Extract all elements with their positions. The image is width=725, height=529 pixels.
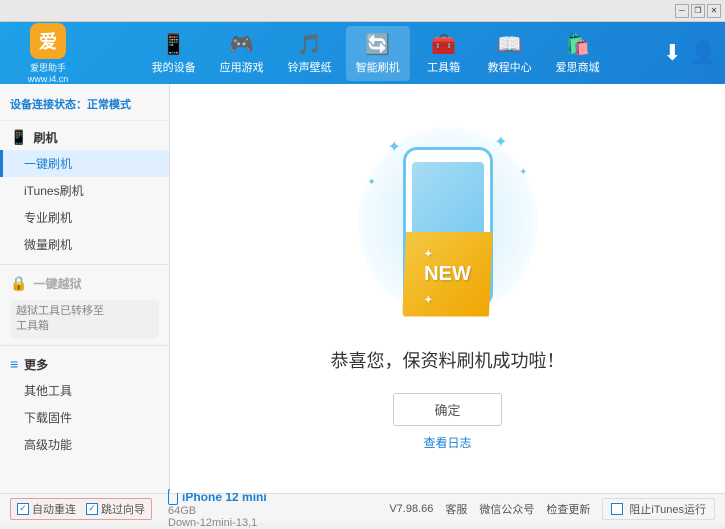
auto-reconnect-label: 自动重连 xyxy=(32,501,76,517)
restore-button[interactable]: ❐ xyxy=(691,4,705,18)
flash-section-icon: 📱 xyxy=(10,129,27,146)
sidebar-item-itunes-flash[interactable]: iTunes刷机 xyxy=(0,177,169,204)
wechat-link[interactable]: 微信公众号 xyxy=(479,501,534,517)
sidebar-jailbreak-notice: 越狱工具已转移至工具箱 xyxy=(10,300,159,339)
main-body: 设备连接状态：正常模式 📱 刷机 一键刷机 iTunes刷机 专业刷机 微量刷机… xyxy=(0,84,725,493)
header: 爱 爱思助手 www.i4.cn 📱 我的设备 🎮 应用游戏 🎵 铃声壁纸 🔄 … xyxy=(0,22,725,84)
my-device-icon: 📱 xyxy=(161,32,186,57)
account-icon[interactable]: 👤 xyxy=(690,40,717,66)
smart-flash-label: 智能刷机 xyxy=(356,59,400,75)
sidebar-item-advanced[interactable]: 高级功能 xyxy=(0,431,169,458)
sparkle-right: ✦ xyxy=(519,167,527,178)
jailbreak-lock-icon: 🔒 xyxy=(10,275,27,292)
new-banner: NEW xyxy=(402,232,493,317)
tutorial-label: 教程中心 xyxy=(488,59,532,75)
skip-wizard-check-box: ✓ xyxy=(86,503,98,515)
nav-toolbox[interactable]: 🧰 工具箱 xyxy=(414,26,474,81)
shop-icon: 🛍️ xyxy=(565,32,590,57)
sidebar-section-more: ≡ 更多 xyxy=(0,352,169,377)
content-area: ✦ ✦ ✦ ✦ NEW 恭喜您，保资料刷机成功啦！ 确定 查看日志 xyxy=(170,84,725,493)
sidebar-section-flash: 📱 刷机 xyxy=(0,125,169,150)
minimize-button[interactable]: ─ xyxy=(675,4,689,18)
itunes-checkbox xyxy=(611,503,623,515)
success-message: 恭喜您，保资料刷机成功啦！ xyxy=(331,347,565,373)
ringtones-label: 铃声壁纸 xyxy=(288,59,332,75)
sidebar-item-download-firmware[interactable]: 下载固件 xyxy=(0,404,169,431)
smart-flash-icon: 🔄 xyxy=(365,32,390,57)
nav-shop[interactable]: 🛍️ 爱思商城 xyxy=(546,26,610,81)
apps-games-icon: 🎮 xyxy=(229,32,254,57)
download-icon[interactable]: ⬇ xyxy=(663,40,681,66)
nav-apps-games[interactable]: 🎮 应用游戏 xyxy=(210,26,274,81)
toolbox-label: 工具箱 xyxy=(427,59,460,75)
logo-url: www.i4.cn xyxy=(28,74,69,84)
bottom-right: V7.98.66 客服 微信公众号 检查更新 阻止iTunes运行 xyxy=(389,498,715,520)
sidebar-item-onekey-flash[interactable]: 一键刷机 xyxy=(0,150,169,177)
sidebar-item-other-tools[interactable]: 其他工具 xyxy=(0,377,169,404)
titlebar: ─ ❐ ✕ xyxy=(0,0,725,22)
nav-tutorial[interactable]: 📖 教程中心 xyxy=(478,26,542,81)
skip-wizard-checkbox[interactable]: ✓ 跳过向导 xyxy=(86,501,145,517)
toolbox-icon: 🧰 xyxy=(431,32,456,57)
confirm-button[interactable]: 确定 xyxy=(393,393,501,426)
nav-smart-flash[interactable]: 🔄 智能刷机 xyxy=(346,26,410,81)
view-log-link[interactable]: 查看日志 xyxy=(423,434,471,451)
sparkle-left: ✦ xyxy=(368,177,376,188)
sidebar-item-pro-flash[interactable]: 专业刷机 xyxy=(0,204,169,231)
sidebar-section-jailbreak: 🔒 一键越狱 xyxy=(0,271,169,296)
sidebar-divider-1 xyxy=(0,264,169,265)
sparkle-topleft: ✦ xyxy=(388,137,401,157)
checkbox-group: ✓ 自动重连 ✓ 跳过向导 xyxy=(10,498,152,520)
logo: 爱 爱思助手 www.i4.cn xyxy=(8,23,88,84)
phone-illustration: ✦ ✦ ✦ ✦ NEW xyxy=(358,127,538,327)
ringtones-icon: 🎵 xyxy=(297,32,322,57)
itunes-label: 阻止iTunes运行 xyxy=(629,501,706,517)
device-status: 设备连接状态：正常模式 xyxy=(0,92,169,121)
version-label: V7.98.66 xyxy=(389,503,433,515)
my-device-label: 我的设备 xyxy=(152,59,196,75)
device-storage: 64GB xyxy=(168,505,267,517)
service-link[interactable]: 客服 xyxy=(445,501,467,517)
close-button[interactable]: ✕ xyxy=(707,4,721,18)
more-section-icon: ≡ xyxy=(10,356,18,372)
nav-ringtones[interactable]: 🎵 铃声壁纸 xyxy=(278,26,342,81)
shop-label: 爱思商城 xyxy=(556,59,600,75)
bottom-bar: ✓ 自动重连 ✓ 跳过向导 iPhone 12 mini 64GB Down-1… xyxy=(0,493,725,523)
logo-name: 爱思助手 xyxy=(30,61,66,74)
skip-wizard-label: 跳过向导 xyxy=(101,501,145,517)
nav-items: 📱 我的设备 🎮 应用游戏 🎵 铃声壁纸 🔄 智能刷机 🧰 工具箱 📖 教程中心… xyxy=(88,26,663,81)
apps-games-label: 应用游戏 xyxy=(220,59,264,75)
auto-reconnect-check-box: ✓ xyxy=(17,503,29,515)
itunes-bar[interactable]: 阻止iTunes运行 xyxy=(602,498,715,520)
tutorial-icon: 📖 xyxy=(497,32,522,57)
sidebar-item-wipe-flash[interactable]: 微量刷机 xyxy=(0,231,169,258)
nav-right: ⬇ 👤 xyxy=(663,40,717,66)
auto-reconnect-checkbox[interactable]: ✓ 自动重连 xyxy=(17,501,76,517)
sidebar: 设备连接状态：正常模式 📱 刷机 一键刷机 iTunes刷机 专业刷机 微量刷机… xyxy=(0,84,170,493)
update-link[interactable]: 检查更新 xyxy=(546,501,590,517)
nav-my-device[interactable]: 📱 我的设备 xyxy=(142,26,206,81)
window-controls: ─ ❐ ✕ xyxy=(675,4,721,18)
sparkle-topright: ✦ xyxy=(494,132,507,152)
logo-icon: 爱 xyxy=(30,23,66,59)
sidebar-divider-2 xyxy=(0,345,169,346)
